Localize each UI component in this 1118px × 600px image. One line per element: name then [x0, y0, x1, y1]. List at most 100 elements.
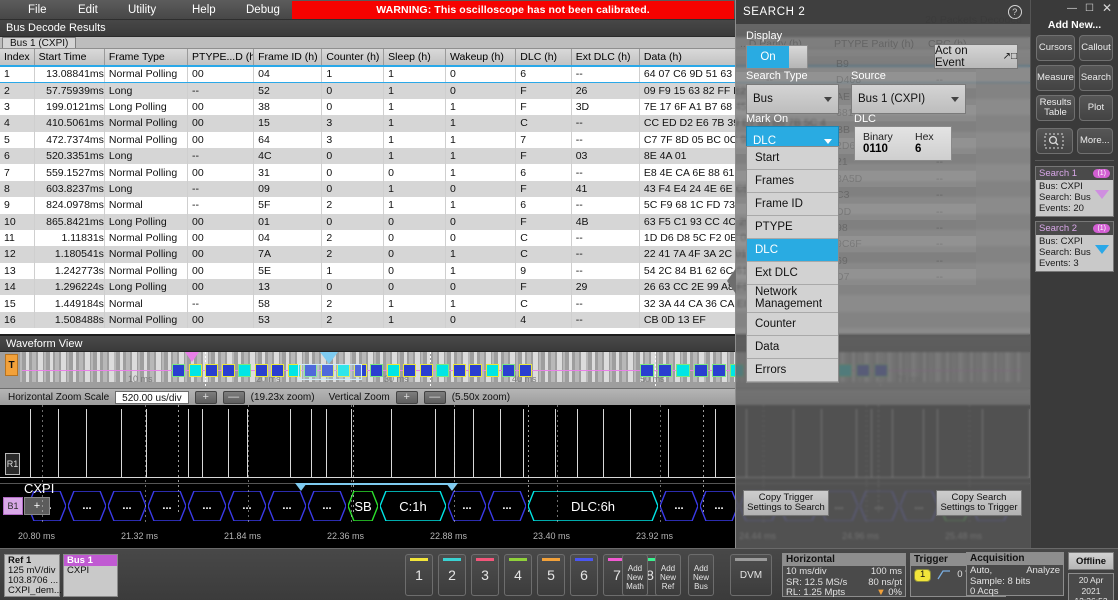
bus-packet-label: ... — [714, 500, 724, 512]
mark-on-option-data[interactable]: Data — [747, 336, 838, 359]
col-header-6[interactable]: Sleep (h) — [383, 49, 446, 67]
channel-button-6[interactable]: 6 — [570, 554, 598, 596]
bus1-badge[interactable]: Bus 1 CXPI — [63, 554, 118, 597]
act-on-event-button[interactable]: Act on Event ↗□ — [934, 44, 1018, 69]
mark-on-option-counter[interactable]: Counter — [747, 313, 838, 336]
cell-1: 1.242773s — [34, 262, 105, 280]
cell-7: 1 — [445, 262, 517, 280]
zoom-select-icon[interactable] — [1036, 128, 1073, 154]
cell-7: 0 — [445, 213, 517, 230]
cell-4: 4C — [253, 147, 323, 165]
close-icon[interactable]: ✕ — [1102, 1, 1112, 15]
col-header-1[interactable]: Start Time — [34, 49, 105, 67]
time-tick: 20.80 ms — [18, 531, 56, 541]
add-new-ref-button[interactable]: Add New Ref — [655, 554, 681, 596]
add-new-math-button[interactable]: Add New Math — [622, 554, 648, 596]
vertical-zoom-decrease-button[interactable]: — — [423, 390, 446, 404]
cell-7: 0 — [445, 279, 517, 296]
cell-9: -- — [571, 295, 640, 312]
display-toggle[interactable]: On — [746, 45, 808, 69]
cell-4: 13 — [253, 279, 323, 296]
menu-file[interactable]: File — [28, 3, 47, 18]
mark-on-option-ext-dlc[interactable]: Ext DLC — [747, 262, 838, 285]
horizontal-settings-box[interactable]: Horizontal 10 ms/div 100 ms SR: 12.5 MS/s… — [782, 553, 906, 598]
horizontal-zoom-scale-input[interactable]: 520.00 us/div — [115, 390, 189, 404]
copy-trigger-line2: Settings to Search — [747, 502, 825, 513]
cell-7: 1 — [445, 246, 517, 263]
cell-6: 1 — [383, 82, 446, 99]
search-badge-1[interactable]: Search 1 (1) Bus: CXPI Search: Bus Events: 2… — [1035, 166, 1114, 217]
ref1-badge[interactable]: Ref 1 125 mV/div 103.8706 ... CXPI_dem..… — [4, 554, 62, 597]
cell-2: Long — [104, 147, 189, 165]
dvm-button[interactable]: DVM — [730, 554, 772, 596]
acquisition-settings-box[interactable]: Acquisition Auto, Analyze Sample: 8 bits … — [966, 552, 1064, 597]
cell-9: 29 — [571, 279, 640, 296]
cell-8: C — [515, 295, 572, 312]
bus-expand-button: + — [24, 497, 50, 515]
minimize-icon[interactable]: — — [1067, 3, 1077, 14]
col-header-8[interactable]: DLC (h) — [515, 49, 572, 67]
bus-packet-label: ... — [282, 500, 292, 512]
menu-utility[interactable]: Utility — [128, 3, 156, 18]
mark-on-option-errors[interactable]: Errors — [747, 359, 838, 382]
cell-5: 2 — [321, 311, 385, 329]
act-on-event-label: Act on Event — [935, 44, 968, 69]
help-icon[interactable]: ? — [1008, 5, 1022, 19]
search-button[interactable]: Search — [1078, 65, 1113, 91]
menu-debug[interactable]: Debug — [246, 3, 280, 18]
menu-help[interactable]: Help — [192, 3, 216, 18]
mark-on-option-dlc[interactable]: DLC — [747, 239, 838, 262]
col-header-7[interactable]: Wakeup (h) — [445, 49, 517, 67]
channel-button-5[interactable]: 5 — [537, 554, 565, 596]
mark-on-dropdown-list[interactable]: Start Frames Frame ID PTYPE DLC Ext DLC Networ… — [746, 146, 839, 383]
cell-7: 1 — [445, 115, 517, 132]
add-new-bus-button[interactable]: Add New Bus — [688, 554, 714, 596]
measure-button[interactable]: Measure — [1036, 65, 1075, 91]
bus-packet-label: ... — [242, 500, 252, 512]
mark-on-option-start[interactable]: Start — [747, 147, 838, 170]
bus-packet-label: SB — [354, 498, 372, 514]
mark-on-option-ptype[interactable]: PTYPE — [747, 216, 838, 239]
dlc-value-box[interactable]: Binary 0110 Hex 6 — [854, 126, 952, 161]
channel-button-4[interactable]: 4 — [504, 554, 532, 596]
vertical-zoom-increase-button[interactable]: + — [395, 390, 418, 404]
bus-label-cxpi: CXPI — [24, 481, 55, 496]
record-length: RL: 1.25 Mpts — [786, 587, 846, 598]
menu-edit[interactable]: Edit — [78, 3, 98, 18]
col-header-2[interactable]: Frame Type — [104, 49, 189, 67]
col-header-5[interactable]: Counter (h) — [321, 49, 385, 67]
col-header-9[interactable]: Ext DLC (h) — [571, 49, 640, 67]
add-line2: New — [626, 572, 643, 582]
search-type-combo[interactable]: Bus — [746, 84, 839, 114]
channel-button-1[interactable]: 1 — [405, 554, 433, 596]
channel-button-2[interactable]: 2 — [438, 554, 466, 596]
cell-3: 00 — [187, 115, 255, 132]
cell-3: 00 — [187, 164, 255, 181]
col-header-4[interactable]: Frame ID (h) — [253, 49, 323, 67]
plot-button[interactable]: Plot — [1078, 95, 1113, 121]
results-table-button[interactable]: Results Table — [1036, 95, 1075, 121]
channel-label: 6 — [580, 567, 588, 583]
copy-search-settings-button[interactable]: Copy Search Settings to Trigger — [936, 490, 1022, 516]
col-header-3[interactable]: PTYPE...D (h) — [187, 49, 255, 67]
channel-button-3[interactable]: 3 — [471, 554, 499, 596]
cell-9: -- — [571, 311, 640, 329]
cell-4: 5E — [253, 262, 323, 280]
callout-button[interactable]: Callout — [1078, 35, 1113, 61]
mark-on-option-frame-id[interactable]: Frame ID — [747, 193, 838, 216]
copy-trigger-settings-button[interactable]: Copy Trigger Settings to Search — [743, 490, 829, 516]
cell-4: 38 — [253, 98, 323, 116]
mark-on-option-frames[interactable]: Frames — [747, 170, 838, 193]
cell-5: 0 — [321, 213, 385, 230]
offline-status-button[interactable]: Offline — [1068, 552, 1114, 570]
cursors-button[interactable]: Cursors — [1036, 35, 1075, 61]
more-button[interactable]: More... — [1076, 128, 1113, 154]
col-header-0[interactable]: Index — [0, 49, 35, 67]
source-combo[interactable]: Bus 1 (CXPI) — [851, 84, 966, 114]
restore-icon[interactable]: ☐ — [1085, 3, 1094, 14]
cell-9: -- — [571, 246, 640, 263]
horizontal-zoom-increase-button[interactable]: + — [194, 390, 217, 404]
mark-on-option-network-management[interactable]: Network Management — [747, 285, 838, 313]
search-badge-2[interactable]: Search 2 (1) Bus: CXPI Search: Bus Events: 3 — [1035, 221, 1114, 272]
horizontal-zoom-decrease-button[interactable]: — — [222, 390, 245, 404]
